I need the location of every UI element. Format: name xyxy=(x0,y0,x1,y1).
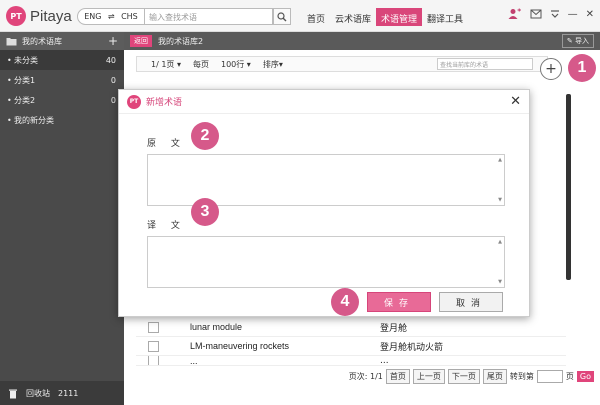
table-row[interactable]: lunar module 登月舱 xyxy=(136,318,566,337)
row-source: LM-maneuvering rockets xyxy=(190,341,290,351)
edit-icon: ✎ xyxy=(566,37,575,45)
main-nav: 首页 云术语库 术语管理 翻译工具 xyxy=(302,8,468,26)
table-row[interactable]: LM-maneuvering rockets 登月舱机动火箭 xyxy=(136,337,566,356)
logo-mark: PT xyxy=(6,6,26,26)
scrollbar[interactable] xyxy=(566,94,571,280)
row-source: lunar module xyxy=(190,322,243,332)
textarea-scrollbar[interactable]: ▲ ▼ xyxy=(497,239,503,285)
row-checkbox[interactable] xyxy=(148,321,159,333)
termbase-search-input[interactable]: 查找当前库的术语 xyxy=(437,58,533,70)
sidebar-item-label: 我的新分类 xyxy=(14,115,54,125)
per-page-select[interactable]: 100行 ▾ xyxy=(221,59,251,70)
goto-label: 转到第 xyxy=(509,371,534,381)
close-window-icon[interactable]: ✕ xyxy=(586,9,594,20)
lang-from: ENG xyxy=(84,12,102,21)
row-checkbox[interactable] xyxy=(148,340,159,352)
row-target: 登月舱机动火箭 xyxy=(380,342,444,353)
target-label: 译 文 xyxy=(147,221,186,231)
message-icon[interactable] xyxy=(530,9,542,19)
callout-4: 4 xyxy=(331,288,359,316)
back-button[interactable]: 返回 xyxy=(130,35,152,47)
recycle-count: 2111 xyxy=(58,388,79,398)
tab-translation-tools[interactable]: 翻译工具 xyxy=(422,8,468,26)
page-indicator[interactable]: 1/ 1页 ▾ xyxy=(151,59,181,70)
language-selector[interactable]: ENG ⇌ CHS xyxy=(77,8,145,25)
recycle-label: 回收站 xyxy=(26,388,50,398)
page-count-text: 页次: 1/1 xyxy=(348,371,383,381)
dialog-header: PT 新增术语 ✕ xyxy=(119,90,529,114)
last-page-button[interactable]: 尾页 xyxy=(482,368,507,384)
close-icon[interactable]: ✕ xyxy=(510,94,521,109)
cancel-button[interactable]: 取消 xyxy=(439,292,503,312)
add-category-icon[interactable]: + xyxy=(108,34,118,48)
first-page-button[interactable]: 首页 xyxy=(385,368,410,384)
recycle-bin[interactable]: 回收站 2111 xyxy=(0,381,124,405)
window-controls: — ✕ xyxy=(508,8,594,20)
add-term-dialog: PT 新增术语 ✕ 2 原 文 ▲ ▼ 3 译 文 ▲ ▼ 4 保存 取消 xyxy=(118,89,530,317)
per-page-label: 每页 xyxy=(192,59,209,69)
search-icon xyxy=(277,11,287,21)
goto-page-input[interactable] xyxy=(536,369,563,383)
sidebar: 我的术语库 + 未分类 40 分类1 0 分类2 0 我的新分类 回收站 211… xyxy=(0,32,124,405)
termbase-title: 我的术语库2 xyxy=(158,36,204,46)
minimize-icon[interactable]: — xyxy=(568,9,578,20)
swap-icon[interactable]: ⇌ xyxy=(108,12,115,21)
page-indicator-text: 1/ 1页 xyxy=(151,59,175,69)
table-row[interactable]: ... ... xyxy=(136,356,566,366)
sort-dropdown[interactable]: 排序▾ xyxy=(263,59,283,70)
add-term-button[interactable]: + xyxy=(540,58,562,80)
row-target: ... xyxy=(380,356,389,366)
sidebar-header: 我的术语库 + xyxy=(0,32,124,50)
term-search-input[interactable]: 输入查找术语 xyxy=(145,8,273,25)
source-label: 原 文 xyxy=(147,139,186,149)
sidebar-item-uncategorized[interactable]: 未分类 40 xyxy=(0,50,124,70)
row-target: 登月舱 xyxy=(380,323,408,334)
app-logo: PT Pitaya xyxy=(6,6,72,26)
sidebar-item-count: 0 xyxy=(110,75,116,85)
sidebar-item-label: 分类2 xyxy=(14,95,36,105)
tab-home[interactable]: 首页 xyxy=(302,8,330,26)
import-label: 导入 xyxy=(575,37,589,45)
per-page-value: 100行 xyxy=(220,59,245,69)
list-toolbar: 1/ 1页 ▾ 每页 100行 ▾ 排序▾ 查找当前库的术语 xyxy=(136,56,548,72)
textarea-scrollbar[interactable]: ▲ ▼ xyxy=(497,157,503,203)
sidebar-item-label: 未分类 xyxy=(14,55,38,65)
dialog-title: 新增术语 xyxy=(146,98,183,108)
search-button[interactable] xyxy=(273,8,291,25)
dialog-logo-icon: PT xyxy=(127,94,141,109)
prev-page-button[interactable]: 上一页 xyxy=(412,368,445,384)
sidebar-item-category1[interactable]: 分类1 0 xyxy=(0,70,124,90)
callout-3: 3 xyxy=(191,198,219,226)
tab-cloud-termbase[interactable]: 云术语库 xyxy=(330,8,376,26)
user-icon[interactable] xyxy=(508,8,522,20)
lang-to: CHS xyxy=(121,12,138,21)
sidebar-item-category2[interactable]: 分类2 0 xyxy=(0,90,124,110)
sidebar-item-label: 分类1 xyxy=(14,75,36,85)
sidebar-item-my-new-category[interactable]: 我的新分类 xyxy=(0,110,124,130)
menu-icon[interactable] xyxy=(550,9,560,19)
sidebar-item-count: 0 xyxy=(110,95,116,105)
app-name: Pitaya xyxy=(30,7,72,25)
save-button[interactable]: 保存 xyxy=(367,292,431,312)
target-textarea[interactable]: ▲ ▼ xyxy=(147,236,505,288)
page-unit-label: 页 xyxy=(565,371,574,381)
sidebar-item-count: 40 xyxy=(105,55,116,65)
row-checkbox[interactable] xyxy=(148,356,159,365)
folder-icon xyxy=(6,37,17,45)
pagination: 页次: 1/1 首页 上一页 下一页 尾页 转到第 页 Go xyxy=(124,366,600,386)
trash-icon xyxy=(9,389,17,398)
callout-1: 1 xyxy=(568,54,596,82)
sort-label: 排序 xyxy=(262,59,279,69)
import-button[interactable]: ✎ 导入 xyxy=(561,34,594,48)
breadcrumb: 返回 我的术语库2 ✎ 导入 xyxy=(124,32,600,50)
row-source: ... xyxy=(190,356,198,366)
tab-term-management[interactable]: 术语管理 xyxy=(376,8,423,26)
title-bar: PT Pitaya ENG ⇌ CHS 输入查找术语 首页 云术语库 术语管理 … xyxy=(0,0,600,32)
sidebar-title: 我的术语库 xyxy=(22,36,62,46)
next-page-button[interactable]: 下一页 xyxy=(447,368,480,384)
go-button[interactable]: Go xyxy=(576,370,594,382)
callout-2: 2 xyxy=(191,122,219,150)
